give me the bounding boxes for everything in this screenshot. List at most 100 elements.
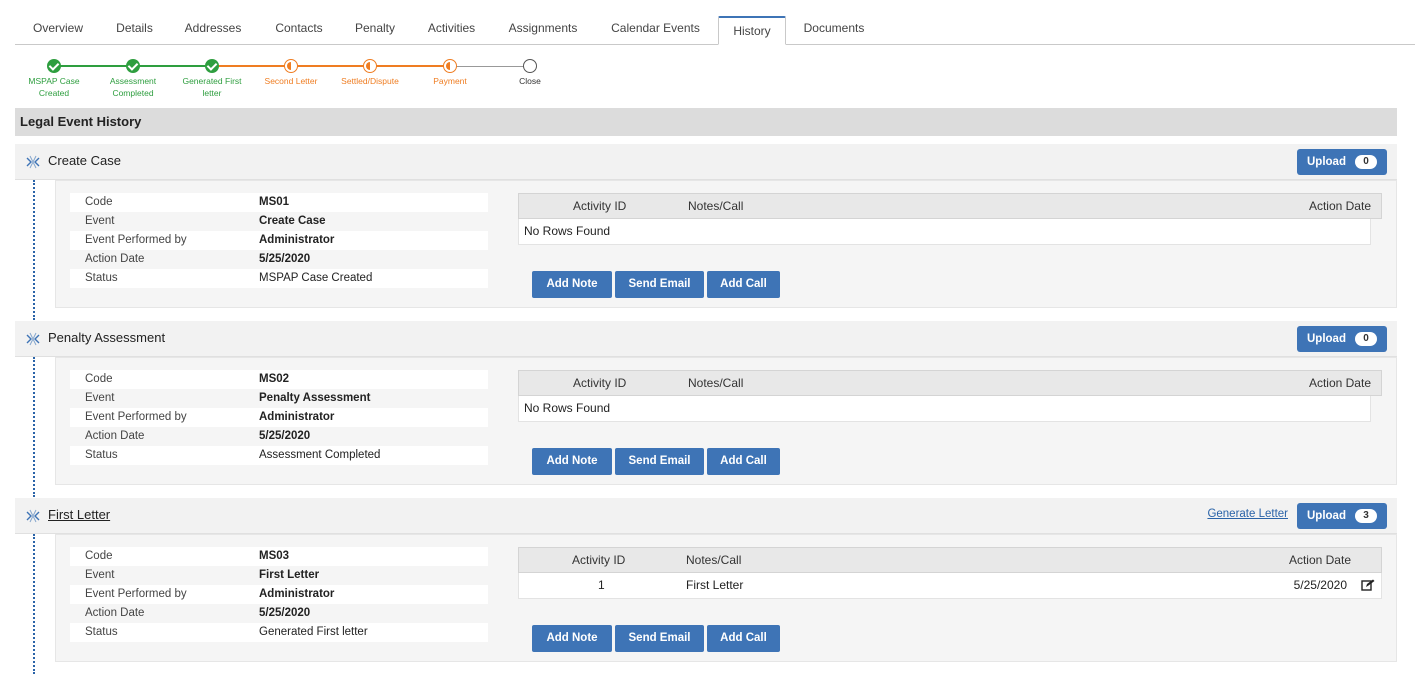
add-call-button[interactable]: Add Call bbox=[707, 271, 780, 298]
info-row: Action Date 5/25/2020 bbox=[70, 427, 488, 446]
tab-calendar-events[interactable]: Calendar Events bbox=[593, 16, 718, 44]
col-activity-id[interactable]: Activity ID bbox=[573, 371, 626, 395]
activity-grid: Activity ID Notes/Call Action Date No Ro… bbox=[518, 370, 1382, 422]
send-email-button[interactable]: Send Email bbox=[615, 448, 704, 475]
col-action-date[interactable]: Action Date bbox=[1289, 548, 1351, 572]
info-row: Code MS02 bbox=[70, 370, 488, 389]
step-label: Settled/Dispute bbox=[341, 76, 399, 86]
info-row: Code MS03 bbox=[70, 547, 488, 566]
generate-letter-link[interactable]: Generate Letter bbox=[1207, 508, 1288, 520]
col-notes-call[interactable]: Notes/Call bbox=[686, 548, 741, 572]
info-key: Status bbox=[85, 449, 118, 461]
info-value: 5/25/2020 bbox=[259, 253, 311, 265]
info-value: Administrator bbox=[259, 411, 335, 423]
info-row: Event Create Case bbox=[70, 212, 488, 231]
add-note-button[interactable]: Add Note bbox=[532, 448, 612, 475]
step-label: Payment bbox=[433, 76, 467, 86]
step-half-icon bbox=[284, 59, 298, 73]
stepper-connector bbox=[212, 65, 291, 67]
info-key: Event Performed by bbox=[85, 234, 187, 246]
send-email-button[interactable]: Send Email bbox=[615, 625, 704, 652]
add-call-button[interactable]: Add Call bbox=[707, 625, 780, 652]
stepper-connector bbox=[370, 65, 450, 67]
info-key: Code bbox=[85, 550, 113, 562]
info-key: Event Performed by bbox=[85, 411, 187, 423]
step-label: Second Letter bbox=[264, 76, 318, 86]
grid-header: Activity ID Notes/Call Action Date bbox=[518, 547, 1382, 573]
case-progress-stepper: MSPAP Case Created Assessment Completed … bbox=[15, 58, 575, 102]
col-action-date[interactable]: Action Date bbox=[1309, 194, 1371, 218]
info-value: Generated First letter bbox=[259, 626, 368, 638]
event-title-link[interactable]: First Letter bbox=[48, 498, 110, 532]
tab-overview[interactable]: Overview bbox=[15, 16, 101, 44]
step-empty-icon bbox=[523, 59, 537, 73]
tab-penalty[interactable]: Penalty bbox=[340, 16, 410, 44]
tab-assignments[interactable]: Assignments bbox=[493, 16, 593, 44]
tab-activities[interactable]: Activities bbox=[410, 16, 493, 44]
info-row: Action Date 5/25/2020 bbox=[70, 250, 488, 269]
action-date-cell: 5/25/2020 bbox=[1293, 578, 1347, 592]
timeline-connector bbox=[33, 357, 35, 497]
table-row[interactable]: 1 First Letter 5/25/2020 bbox=[518, 573, 1382, 599]
upload-button[interactable]: Upload 3 bbox=[1297, 503, 1387, 529]
info-value: Create Case bbox=[259, 215, 326, 227]
upload-button[interactable]: Upload 0 bbox=[1297, 326, 1387, 352]
info-value: MS03 bbox=[259, 550, 290, 562]
tab-contacts[interactable]: Contacts bbox=[258, 16, 340, 44]
info-key: Event bbox=[85, 215, 115, 227]
info-value: MS01 bbox=[259, 196, 290, 208]
col-notes-call[interactable]: Notes/Call bbox=[688, 194, 743, 218]
stepper-connector bbox=[133, 65, 212, 67]
col-activity-id[interactable]: Activity ID bbox=[573, 194, 626, 218]
edit-icon[interactable] bbox=[1361, 579, 1375, 591]
info-value: First Letter bbox=[259, 569, 320, 581]
tab-history[interactable]: History bbox=[718, 16, 786, 45]
info-value: Administrator bbox=[259, 234, 335, 246]
step-label: MSPAP Case Created bbox=[28, 76, 80, 98]
empty-row: No Rows Found bbox=[518, 396, 1371, 422]
info-row: Event Performed by Administrator bbox=[70, 231, 488, 250]
stepper-connector bbox=[291, 65, 370, 67]
info-row: Status Assessment Completed bbox=[70, 446, 488, 465]
timeline-connector bbox=[33, 180, 35, 320]
step-check-icon bbox=[205, 59, 219, 73]
add-note-button[interactable]: Add Note bbox=[532, 271, 612, 298]
info-value: 5/25/2020 bbox=[259, 607, 311, 619]
event-details-panel: Code MS01 Event Create Case Event Performe… bbox=[55, 180, 1397, 308]
grid-header: Activity ID Notes/Call Action Date bbox=[518, 193, 1382, 219]
tab-bar: Overview Details Addresses Contacts Pena… bbox=[15, 16, 1415, 45]
upload-button[interactable]: Upload 0 bbox=[1297, 149, 1387, 175]
info-value: 5/25/2020 bbox=[259, 430, 311, 442]
tab-details[interactable]: Details bbox=[101, 16, 168, 44]
info-key: Status bbox=[85, 626, 118, 638]
info-row: Event Penalty Assessment bbox=[70, 389, 488, 408]
event-title[interactable]: Create Case bbox=[48, 144, 121, 178]
info-value: Penalty Assessment bbox=[259, 392, 371, 404]
col-notes-call[interactable]: Notes/Call bbox=[688, 371, 743, 395]
step-half-icon bbox=[363, 59, 377, 73]
collapse-icon[interactable] bbox=[26, 332, 40, 346]
col-action-date[interactable]: Action Date bbox=[1309, 371, 1371, 395]
add-note-button[interactable]: Add Note bbox=[532, 625, 612, 652]
event-title[interactable]: Penalty Assessment bbox=[48, 321, 165, 355]
info-key: Event bbox=[85, 392, 115, 404]
collapse-icon[interactable] bbox=[26, 155, 40, 169]
upload-label: Upload bbox=[1307, 333, 1346, 345]
col-activity-id[interactable]: Activity ID bbox=[572, 548, 625, 572]
info-key: Event bbox=[85, 569, 115, 581]
step-half-icon bbox=[443, 59, 457, 73]
tab-documents[interactable]: Documents bbox=[786, 16, 882, 44]
tab-addresses[interactable]: Addresses bbox=[168, 16, 258, 44]
add-call-button[interactable]: Add Call bbox=[707, 448, 780, 475]
info-key: Event Performed by bbox=[85, 588, 187, 600]
step-label: Assessment Completed bbox=[109, 76, 157, 98]
stepper-connector bbox=[450, 66, 530, 67]
collapse-icon[interactable] bbox=[26, 509, 40, 523]
info-key: Action Date bbox=[85, 607, 145, 619]
info-key: Code bbox=[85, 196, 113, 208]
send-email-button[interactable]: Send Email bbox=[615, 271, 704, 298]
upload-label: Upload bbox=[1307, 156, 1346, 168]
info-row: Status Generated First letter bbox=[70, 623, 488, 642]
step-check-icon bbox=[47, 59, 61, 73]
activity-id-cell: 1 bbox=[598, 578, 605, 592]
